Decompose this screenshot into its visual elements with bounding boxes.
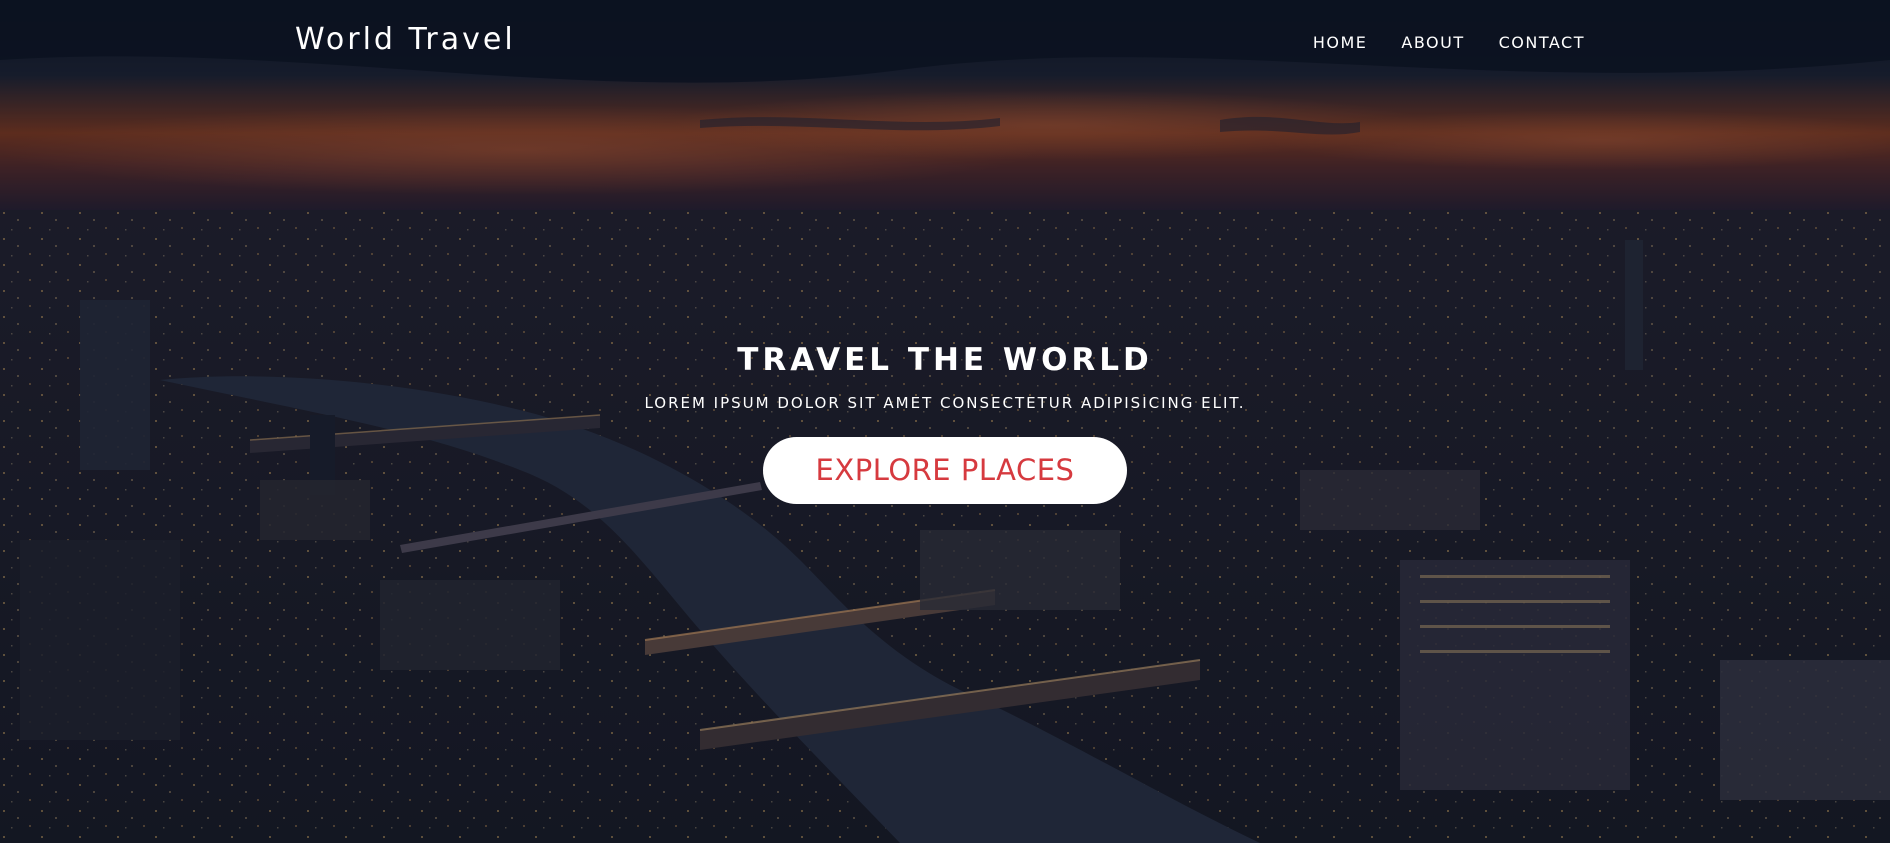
navbar: World Travel HOME ABOUT CONTACT (0, 0, 1890, 86)
hero-section: World Travel HOME ABOUT CONTACT TRAVEL T… (0, 0, 1890, 843)
nav-links: HOME ABOUT CONTACT (1313, 33, 1585, 52)
explore-places-button[interactable]: EXPLORE PLACES (763, 437, 1127, 504)
hero-subtitle: LOREM IPSUM DOLOR SIT AMET CONSECTETUR A… (644, 394, 1246, 412)
brand-logo[interactable]: World Travel (295, 22, 516, 57)
nav-link-about[interactable]: ABOUT (1401, 33, 1464, 52)
hero-content: TRAVEL THE WORLD LOREM IPSUM DOLOR SIT A… (0, 338, 1890, 504)
hero-title: TRAVEL THE WORLD (737, 342, 1153, 378)
nav-link-home[interactable]: HOME (1313, 33, 1368, 52)
nav-link-contact[interactable]: CONTACT (1499, 33, 1585, 52)
